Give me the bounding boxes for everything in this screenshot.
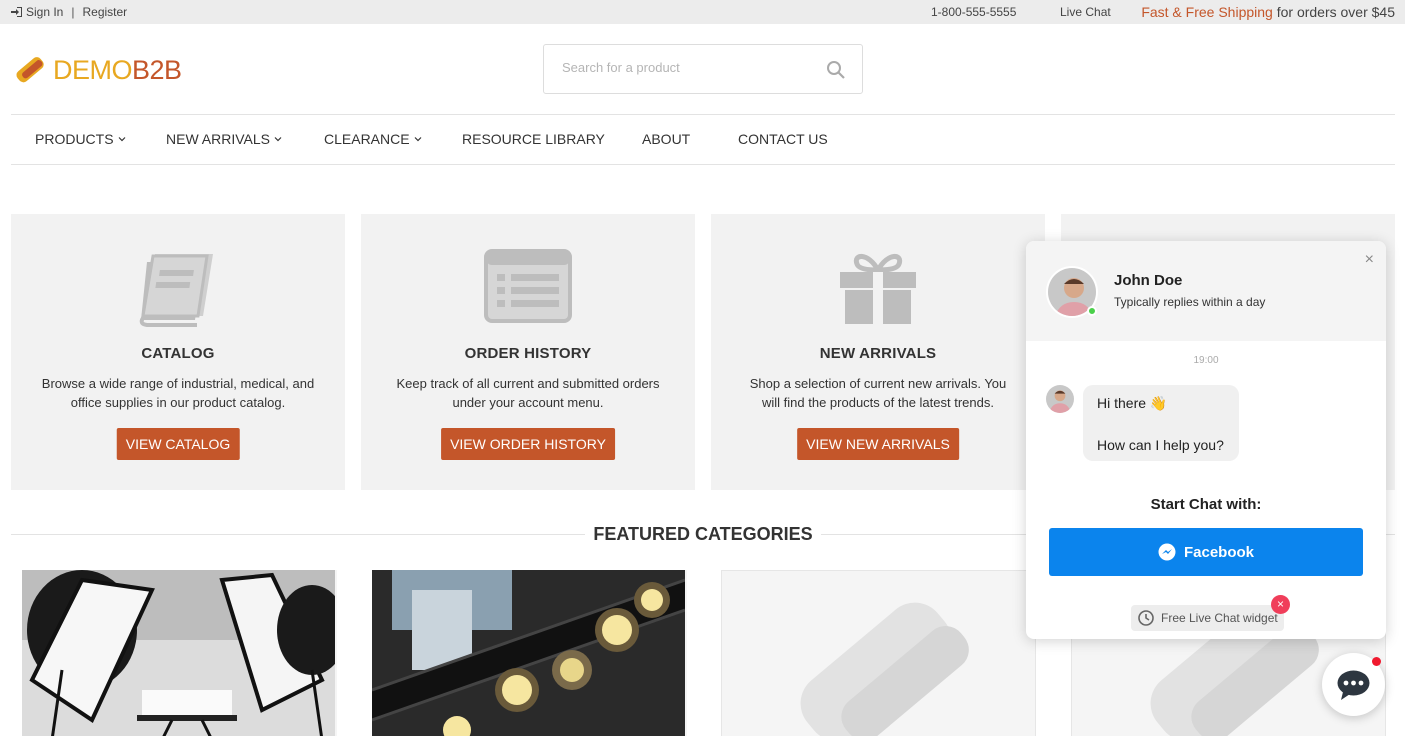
gift-icon [840, 254, 916, 324]
view-order-history-button[interactable]: VIEW ORDER HISTORY [441, 428, 615, 460]
card-description: Shop a selection of current new arrivals… [749, 376, 1007, 410]
close-badge-icon[interactable]: × [1271, 595, 1290, 614]
chat-widget: × John Doe Typically replies within a da… [1026, 241, 1386, 639]
catalog-card: CATALOG Browse a wide range of industria… [11, 214, 345, 490]
shipping-banner: Fast & Free Shipping for orders over $45 [1141, 4, 1395, 20]
agent-name: John Doe [1114, 272, 1183, 289]
chat-header: × John Doe Typically replies within a da… [1026, 241, 1386, 341]
chat-launcher-button[interactable] [1322, 653, 1385, 716]
phone-number[interactable]: 1-800-555-5555 [931, 5, 1016, 19]
sign-in-link[interactable]: Sign In [26, 5, 63, 19]
chevron-down-icon [118, 137, 125, 142]
list-icon [484, 249, 572, 323]
shipping-text: for orders over $45 [1272, 4, 1395, 20]
sign-in-icon [11, 7, 22, 17]
chevron-down-icon [274, 137, 282, 142]
nav-products[interactable]: PRODUCTS [35, 131, 126, 147]
facebook-label: Facebook [1183, 543, 1255, 561]
free-shipping-link[interactable]: Fast & Free Shipping [1141, 4, 1273, 20]
notification-dot [1372, 657, 1381, 666]
top-bar: Sign In | Register 1-800-555-5555 Live C… [0, 0, 1405, 24]
chat-bubble-icon [1337, 670, 1370, 700]
card-title: CATALOG [141, 345, 215, 362]
order-history-card: ORDER HISTORY Keep track of all current … [361, 214, 695, 490]
search-icon[interactable] [826, 60, 846, 80]
logo-text: DEMOB2B [53, 54, 182, 85]
book-icon [139, 254, 213, 327]
card-description: Keep track of all current and submitted … [396, 376, 660, 410]
card-title: NEW ARRIVALS [819, 345, 937, 362]
widget-credit-text: Free Live Chat widget [1161, 611, 1278, 625]
new-arrivals-card: NEW ARRIVALS Shop a selection of current… [711, 214, 1045, 490]
close-icon[interactable]: × [1365, 251, 1374, 269]
nav-clearance[interactable]: CLEARANCE [324, 131, 422, 147]
card-description: Browse a wide range of industrial, medic… [41, 376, 315, 410]
studio-lighting-image [22, 570, 337, 736]
agent-status: Typically replies within a day [1114, 295, 1266, 309]
nav-new-arrivals[interactable]: NEW ARRIVALS [166, 131, 282, 147]
category-photo-stage-lights[interactable] [372, 570, 687, 736]
question-text: How can I help you? [1097, 437, 1224, 453]
main-nav: PRODUCTS NEW ARRIVALS CLEARANCE RESOURCE… [11, 114, 1395, 165]
view-new-arrivals-button[interactable]: VIEW NEW ARRIVALS [797, 428, 959, 460]
clock-icon [1138, 610, 1154, 626]
nav-about[interactable]: ABOUT [642, 131, 690, 147]
separator: | [71, 5, 75, 19]
facebook-button[interactable]: Facebook [1049, 528, 1363, 576]
nav-resource-library[interactable]: RESOURCE LIBRARY [462, 131, 605, 147]
category-photo-studio[interactable] [22, 570, 337, 736]
card-title: ORDER HISTORY [464, 345, 592, 362]
search-input[interactable] [562, 60, 812, 75]
search-box [543, 44, 863, 94]
greeting-text: Hi there 👋 [1097, 395, 1168, 411]
nav-contact-us[interactable]: CONTACT US [738, 131, 828, 147]
message-bubble: Hi there 👋 How can I help you? [1083, 385, 1239, 461]
stage-lights-image [372, 570, 686, 736]
start-chat-label: Start Chat with: [1150, 496, 1262, 513]
messenger-icon [1158, 543, 1176, 561]
site-logo[interactable]: DEMOB2B [11, 52, 182, 88]
online-status-icon [1087, 306, 1097, 316]
register-link[interactable]: Register [82, 5, 127, 19]
widget-credit-badge[interactable]: Free Live Chat widget [1131, 605, 1284, 631]
account-links: Sign In | Register [11, 5, 127, 19]
message-time: 19:00 [1193, 355, 1219, 366]
category-placeholder[interactable] [721, 570, 1036, 736]
chevron-down-icon [414, 137, 422, 142]
live-chat-link[interactable]: Live Chat [1060, 5, 1111, 19]
avatar [1046, 385, 1074, 413]
logo-mark-icon [16, 57, 44, 83]
placeholder-logo-icon [800, 602, 969, 736]
view-catalog-button[interactable]: VIEW CATALOG [116, 428, 240, 460]
